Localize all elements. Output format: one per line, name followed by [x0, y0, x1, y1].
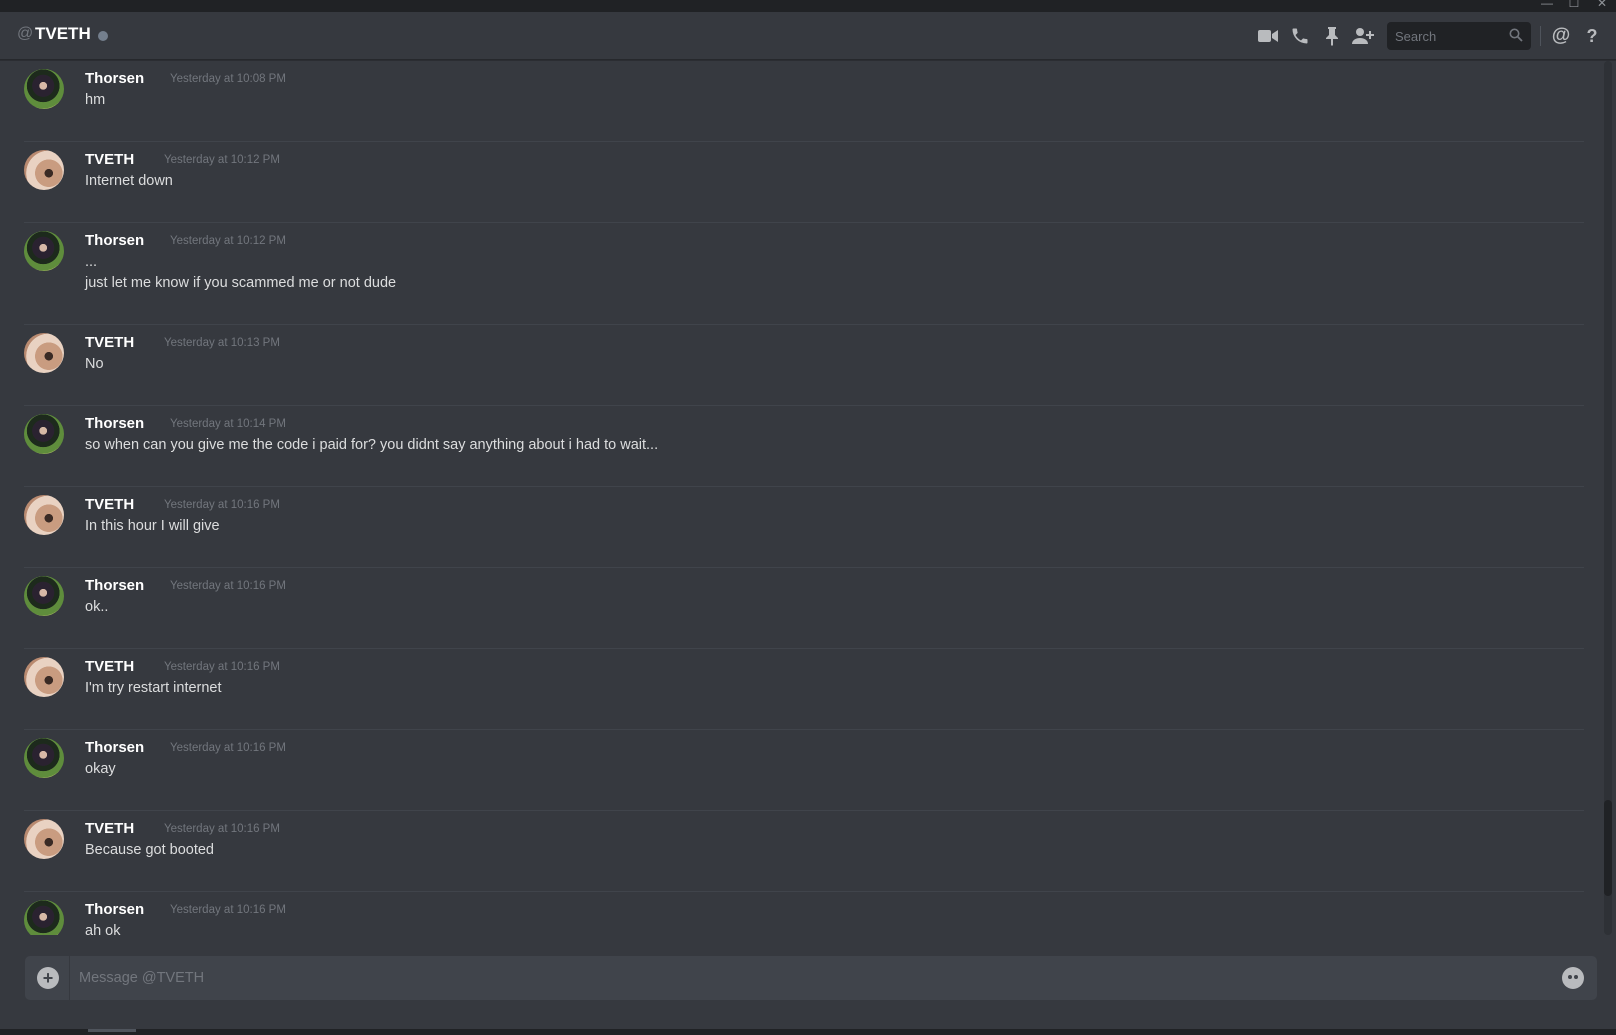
dm-recipient-name: TVETH — [35, 24, 91, 43]
add-friend-icon[interactable] — [1351, 24, 1375, 48]
message-text: ah ok — [85, 923, 121, 935]
window-titlebar: — ☐ ✕ — [0, 0, 1616, 12]
message-composer: + — [25, 956, 1597, 1000]
emoji-picker-icon[interactable] — [1562, 967, 1584, 989]
message-timestamp: Yesterday at 10:12 PM — [170, 235, 286, 247]
channel-header: @ TVETH @ ? — [0, 12, 1616, 60]
discord-dm-window: — ☐ ✕ @ TVETH @ ? Thorsen Yesterday at 10… — [0, 0, 1616, 1035]
bottom-tab-indicator — [88, 1029, 136, 1032]
avatar[interactable] — [24, 69, 64, 109]
message-text: hm — [85, 92, 106, 108]
message-text: Because got booted — [85, 842, 214, 858]
message-timestamp: Yesterday at 10:16 PM — [170, 742, 286, 754]
avatar[interactable] — [24, 819, 64, 859]
avatar[interactable] — [24, 576, 64, 616]
message-group: TVETH Yesterday at 10:16 PM Because got bo… — [24, 811, 1584, 892]
message-text: No — [85, 356, 104, 372]
message-author[interactable]: Thorsen — [85, 577, 144, 594]
mention-icon[interactable]: @ — [1549, 24, 1573, 48]
message-text: ok.. — [85, 599, 109, 615]
message-timestamp: Yesterday at 10:14 PM — [170, 418, 286, 430]
message-author[interactable]: TVETH — [85, 820, 134, 837]
message-input[interactable] — [79, 956, 1539, 1000]
search-input[interactable] — [1387, 22, 1505, 50]
minimize-button[interactable]: — — [1535, 0, 1559, 9]
message-text: okay — [85, 761, 116, 777]
message-timestamp: Yesterday at 10:16 PM — [170, 580, 286, 592]
avatar[interactable] — [24, 150, 64, 190]
message-author[interactable]: Thorsen — [85, 415, 144, 432]
message-timestamp: Yesterday at 10:13 PM — [164, 337, 280, 349]
message-group: TVETH Yesterday at 10:16 PM I'm try restar… — [24, 649, 1584, 730]
search-box[interactable] — [1387, 22, 1531, 50]
status-indicator — [98, 31, 108, 41]
message-text: In this hour I will give — [85, 518, 220, 534]
message-author[interactable]: Thorsen — [85, 70, 144, 87]
message-list: Thorsen Yesterday at 10:08 PM hm TVETH Yeste… — [0, 61, 1602, 935]
avatar[interactable] — [24, 657, 64, 697]
message-group: TVETH Yesterday at 10:16 PM In this hour I… — [24, 487, 1584, 568]
message-group: Thorsen Yesterday at 10:16 PM ah ok — [24, 892, 1584, 935]
close-window-button[interactable]: ✕ — [1590, 0, 1614, 9]
message-author[interactable]: TVETH — [85, 334, 134, 351]
avatar[interactable] — [24, 495, 64, 535]
pin-icon[interactable] — [1320, 24, 1344, 48]
message-group: Thorsen Yesterday at 10:14 PM so when can … — [24, 406, 1584, 487]
message-group: Thorsen Yesterday at 10:16 PM ok.. — [24, 568, 1584, 649]
attach-plus-icon[interactable]: + — [37, 967, 59, 989]
message-timestamp: Yesterday at 10:16 PM — [164, 661, 280, 673]
message-group: TVETH Yesterday at 10:13 PM No — [24, 325, 1584, 406]
message-group: Thorsen Yesterday at 10:12 PM... just let … — [24, 223, 1584, 325]
message-author[interactable]: Thorsen — [85, 232, 144, 249]
message-timestamp: Yesterday at 10:08 PM — [170, 73, 286, 85]
avatar[interactable] — [24, 900, 64, 935]
avatar[interactable] — [24, 333, 64, 373]
message-timestamp: Yesterday at 10:12 PM — [164, 154, 280, 166]
message-author[interactable]: TVETH — [85, 496, 134, 513]
message-timestamp: Yesterday at 10:16 PM — [170, 904, 286, 916]
message-author[interactable]: TVETH — [85, 151, 134, 168]
message-timestamp: Yesterday at 10:16 PM — [164, 499, 280, 511]
maximize-button[interactable]: ☐ — [1562, 0, 1586, 9]
message-text: Internet down — [85, 173, 173, 189]
message-author[interactable]: Thorsen — [85, 739, 144, 756]
avatar[interactable] — [24, 231, 64, 271]
message-text: just let me know if you scammed me or no… — [85, 275, 397, 291]
message-author[interactable]: TVETH — [85, 658, 134, 675]
avatar[interactable] — [24, 738, 64, 778]
message-group: TVETH Yesterday at 10:12 PM Internet down — [24, 142, 1584, 223]
avatar[interactable] — [24, 414, 64, 454]
message-group: Thorsen Yesterday at 10:16 PM okay — [24, 730, 1584, 811]
scrollbar-thumb[interactable] — [1604, 800, 1612, 896]
phone-icon[interactable] — [1288, 24, 1312, 48]
bottom-strip — [0, 1029, 1616, 1035]
message-group: Thorsen Yesterday at 10:08 PM hm — [24, 61, 1584, 142]
message-text: ... — [85, 254, 98, 270]
help-icon[interactable]: ? — [1580, 24, 1604, 48]
message-timestamp: Yesterday at 10:16 PM — [164, 823, 280, 835]
message-text: so when can you give me the code i paid … — [85, 437, 659, 453]
message-author[interactable]: Thorsen — [85, 901, 144, 918]
header-divider — [1540, 26, 1541, 46]
search-icon — [1509, 28, 1525, 44]
video-camera-icon[interactable] — [1256, 24, 1280, 48]
composer-divider — [69, 956, 70, 1000]
message-text: I'm try restart internet — [85, 680, 222, 696]
at-icon: @ — [17, 25, 34, 42]
